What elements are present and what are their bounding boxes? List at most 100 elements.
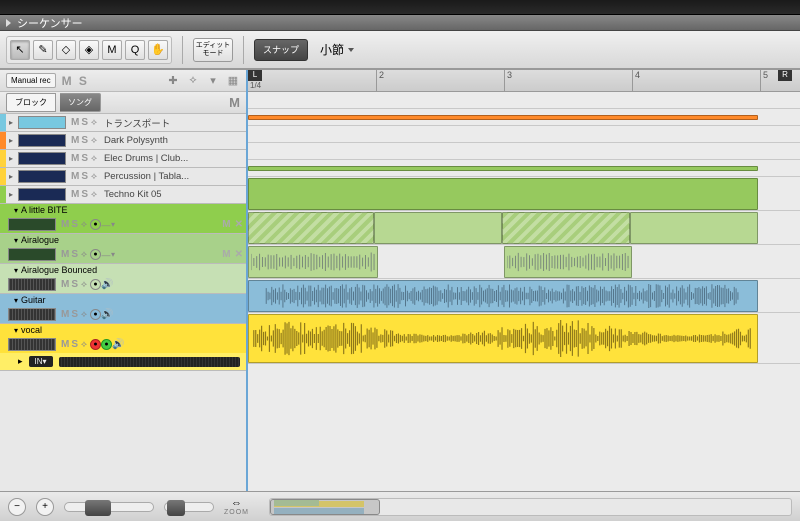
device-thumb[interactable] <box>8 308 56 321</box>
mute-tool[interactable]: M <box>102 40 122 60</box>
clip[interactable] <box>248 246 378 278</box>
track-row[interactable]: ▸ MS ⟡ トランスポート <box>0 114 246 132</box>
block-mode-button[interactable]: ブロック <box>6 93 56 112</box>
track-row[interactable]: ▸ MS ⟡ Techno Kit 05 <box>0 186 246 204</box>
automation-icon[interactable]: ⟡ <box>81 309 87 320</box>
lane-mute-solo[interactable]: M✕ <box>222 219 246 230</box>
mute-solo[interactable]: MS <box>61 219 78 230</box>
disclose-icon[interactable]: ▸ <box>6 136 16 145</box>
pencil-tool[interactable]: ✎ <box>33 40 53 60</box>
mute-solo[interactable]: MS <box>61 339 78 350</box>
lane-menu-icon[interactable]: ▾ <box>111 250 115 259</box>
chain-icon[interactable]: ▸ <box>18 356 23 367</box>
automation-icon[interactable]: ⟡ <box>81 219 87 230</box>
mute-solo[interactable]: MS <box>61 249 78 260</box>
overview-scrollbar[interactable] <box>269 498 792 516</box>
clip[interactable] <box>504 246 632 278</box>
track-row[interactable]: ▾A little BITE MS ⟡● — ▾ M✕ <box>0 204 246 234</box>
disclose-icon[interactable]: ▸ <box>6 154 16 163</box>
clip[interactable] <box>248 212 374 244</box>
mute-solo[interactable]: MS <box>71 135 88 146</box>
track-row[interactable]: ▾Airalogue Bounced MS ⟡● 🔊 <box>0 264 246 294</box>
mute-solo[interactable]: MS <box>71 117 88 128</box>
record-arm-icon[interactable]: ● <box>90 339 101 350</box>
clip[interactable] <box>248 178 758 210</box>
lane-row[interactable] <box>248 92 800 109</box>
clip[interactable] <box>248 166 758 171</box>
speaker-icon[interactable]: 🔊 <box>101 279 113 290</box>
zoom-out-button[interactable]: − <box>8 498 26 516</box>
mute-solo[interactable]: MS <box>61 309 78 320</box>
device-thumb[interactable] <box>8 248 56 261</box>
edit-mode-button[interactable]: エディット モード <box>193 38 233 62</box>
mute-solo[interactable]: MS <box>71 189 88 200</box>
disclosure-icon[interactable] <box>6 19 11 27</box>
record-arm-icon[interactable]: ● <box>90 219 101 230</box>
lane-menu-icon[interactable]: ▾ <box>111 220 115 229</box>
clip[interactable] <box>502 212 630 244</box>
left-locator[interactable]: L <box>248 70 262 81</box>
hand-tool[interactable]: ✋ <box>148 40 168 60</box>
device-thumb[interactable] <box>8 338 56 351</box>
global-mute-solo[interactable]: M S <box>62 74 89 88</box>
snap-button[interactable]: スナップ <box>254 39 308 61</box>
mute-solo[interactable]: MS <box>71 153 88 164</box>
input-select[interactable]: IN▾ <box>29 356 53 367</box>
automation-icon[interactable]: ⟡ <box>81 279 87 290</box>
disclose-icon[interactable]: ▸ <box>6 118 16 127</box>
monitor-icon[interactable]: ● <box>101 339 112 350</box>
menu-triangle-icon[interactable]: ▾ <box>206 74 220 88</box>
automation-icon[interactable]: ⟡ <box>91 117 97 128</box>
record-arm-icon[interactable]: ● <box>90 249 101 260</box>
record-arm-icon[interactable]: ● <box>90 309 101 320</box>
device-thumb[interactable] <box>18 152 66 165</box>
lane-row[interactable] <box>248 126 800 143</box>
h-zoom-slider[interactable] <box>64 502 154 512</box>
automation-icon[interactable]: ⟡ <box>91 135 97 146</box>
automation-icon[interactable]: ⟡ <box>91 189 97 200</box>
track-row[interactable]: ▾vocal MS ⟡● ● 🔊 ▸ IN▾ <box>0 324 246 371</box>
clip[interactable] <box>630 212 758 244</box>
track-row[interactable]: ▾Airalogue MS ⟡● — ▾ M✕ <box>0 234 246 264</box>
arrow-tool[interactable]: ↖ <box>10 40 30 60</box>
disclose-icon[interactable]: ▸ <box>6 172 16 181</box>
device-thumb[interactable] <box>8 278 56 291</box>
song-mode-button[interactable]: ソング <box>60 93 101 112</box>
lane-mute-solo[interactable]: M✕ <box>222 249 246 260</box>
speaker-icon[interactable]: 🔊 <box>101 309 113 320</box>
record-arm-icon[interactable]: ● <box>90 279 101 290</box>
automation-icon[interactable]: ⟡ <box>91 171 97 182</box>
razor-tool[interactable]: ◈ <box>79 40 99 60</box>
mute-solo[interactable]: MS <box>61 279 78 290</box>
track-row[interactable]: ▸ MS ⟡ Dark Polysynth <box>0 132 246 150</box>
automation-icon[interactable]: ⟡ <box>186 74 200 88</box>
device-thumb[interactable] <box>8 218 56 231</box>
device-thumb[interactable] <box>18 188 66 201</box>
clip-lanes[interactable] <box>248 92 800 491</box>
speaker-icon[interactable]: 🔊 <box>112 339 124 350</box>
zoom-in-button[interactable]: + <box>36 498 54 516</box>
track-row[interactable]: ▸ MS ⟡ Percussion | Tabla... <box>0 168 246 186</box>
clip[interactable] <box>248 115 758 120</box>
overview-viewport[interactable] <box>270 499 380 515</box>
clip[interactable] <box>374 212 502 244</box>
timeline-ruler[interactable]: L 1/4 R 2345 <box>248 70 800 92</box>
disclose-icon[interactable]: ▸ <box>6 190 16 199</box>
grid-view-icon[interactable]: ▦ <box>226 74 240 88</box>
device-thumb[interactable] <box>18 116 66 129</box>
right-locator[interactable]: R <box>778 70 792 81</box>
v-zoom-slider[interactable] <box>164 502 214 512</box>
expand-icon[interactable]: ⇔ <box>231 497 242 509</box>
add-track-icon[interactable]: ✚ <box>166 74 180 88</box>
manual-rec-button[interactable]: Manual rec <box>6 73 56 88</box>
clip[interactable] <box>248 314 758 363</box>
track-row[interactable]: ▾Guitar MS ⟡● 🔊 <box>0 294 246 324</box>
eraser-tool[interactable]: ◇ <box>56 40 76 60</box>
automation-icon[interactable]: ⟡ <box>81 339 87 350</box>
mute-solo[interactable]: MS <box>71 171 88 182</box>
measure-select[interactable]: 小節 <box>312 39 362 61</box>
clip[interactable] <box>248 280 758 312</box>
track-row[interactable]: ▸ MS ⟡ Elec Drums | Club... <box>0 150 246 168</box>
lane-row[interactable] <box>248 143 800 160</box>
device-thumb[interactable] <box>18 134 66 147</box>
